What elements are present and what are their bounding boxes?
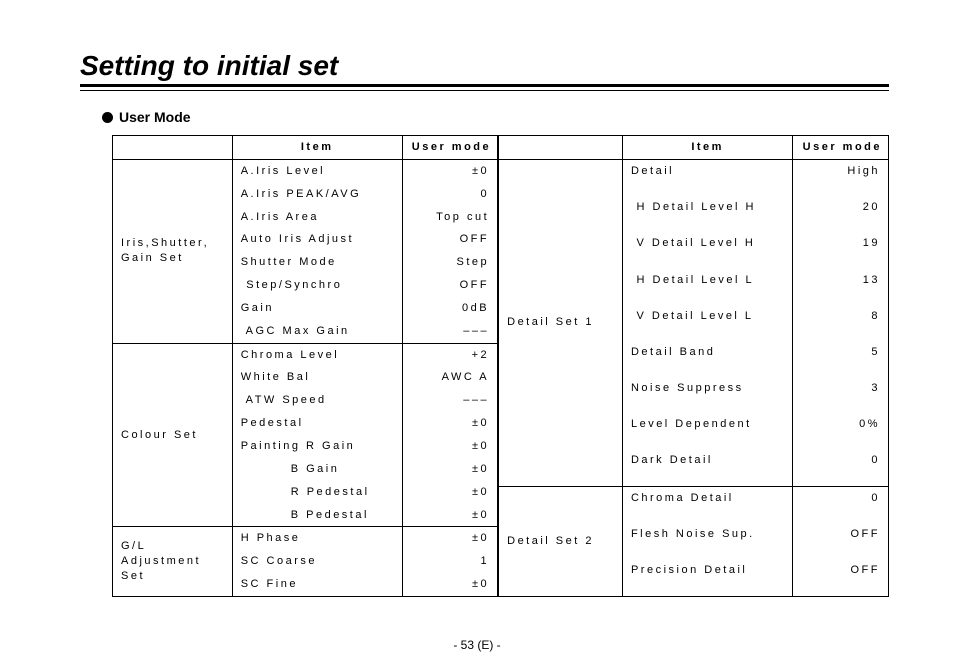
section-text: User Mode [119,109,191,125]
item-cell: Level Dependent [622,413,792,449]
table-row: Detail Set 2Chroma Detail0 [499,486,889,523]
item-cell: Painting R Gain [232,435,402,458]
value-cell: 8 [793,305,889,341]
value-cell: 3 [793,377,889,413]
value-cell: 19 [793,232,889,268]
value-cell: High [793,159,889,196]
value-cell: Top cut [402,206,497,229]
value-cell: OFF [402,274,497,297]
item-cell: Chroma Level [232,343,402,366]
value-cell: 0 [793,449,889,486]
value-cell: 5 [793,341,889,377]
item-cell: A.Iris Level [232,159,402,182]
value-cell: 0 [402,183,497,206]
th-item: Item [232,136,402,160]
value-cell: OFF [793,559,889,596]
page-number: - 53 (E) - [0,638,954,652]
tables-container: Item User mode Iris,Shutter, Gain SetA.I… [112,135,889,597]
item-cell: R Pedestal [232,481,402,504]
th-value: User mode [402,136,497,160]
value-cell: ––– [402,320,497,343]
item-cell: ATW Speed [232,389,402,412]
item-cell: Flesh Noise Sup. [622,523,792,559]
value-cell: 13 [793,269,889,305]
title-rule [80,84,889,91]
item-cell: Pedestal [232,412,402,435]
item-cell: H Phase [232,527,402,550]
value-cell: ±0 [402,458,497,481]
table-row: G/L Adjustment SetH Phase±0 [113,527,498,550]
item-cell: Gain [232,297,402,320]
item-cell: Step/Synchro [232,274,402,297]
table-row: Detail Set 1DetailHigh [499,159,889,196]
table-row: Colour SetChroma Level+2 [113,343,498,366]
th-item: Item [622,136,792,160]
item-cell: White Bal [232,366,402,389]
value-cell: 0% [793,413,889,449]
item-cell: Precision Detail [622,559,792,596]
item-cell: Chroma Detail [622,486,792,523]
value-cell: AWC A [402,366,497,389]
value-cell: ±0 [402,573,497,596]
value-cell: ±0 [402,412,497,435]
value-cell: ±0 [402,504,497,527]
item-cell: V Detail Level H [622,232,792,268]
category-cell: Detail Set 1 [499,159,623,486]
value-cell: 1 [402,550,497,573]
page: Setting to initial set User Mode Item Us… [0,0,954,672]
item-cell: H Detail Level L [622,269,792,305]
page-title: Setting to initial set [80,50,889,82]
item-cell: Dark Detail [622,449,792,486]
item-cell: Noise Suppress [622,377,792,413]
value-cell: 0dB [402,297,497,320]
item-cell: B Pedestal [232,504,402,527]
th-value: User mode [793,136,889,160]
item-cell: SC Coarse [232,550,402,573]
item-cell: AGC Max Gain [232,320,402,343]
item-cell: A.Iris Area [232,206,402,229]
category-cell: Iris,Shutter, Gain Set [113,159,233,343]
th-category [499,136,623,160]
item-cell: B Gain [232,458,402,481]
item-cell: Detail [622,159,792,196]
value-cell: 20 [793,196,889,232]
section-label: User Mode [102,109,889,125]
category-cell: G/L Adjustment Set [113,527,233,597]
value-cell: +2 [402,343,497,366]
table-header-row: Item User mode [113,136,498,160]
item-cell: Shutter Mode [232,251,402,274]
value-cell: OFF [793,523,889,559]
category-cell: Detail Set 2 [499,486,623,596]
value-cell: Step [402,251,497,274]
value-cell: 0 [793,486,889,523]
item-cell: Detail Band [622,341,792,377]
value-cell: ±0 [402,159,497,182]
item-cell: A.Iris PEAK/AVG [232,183,402,206]
th-category [113,136,233,160]
value-cell: OFF [402,228,497,251]
value-cell: ±0 [402,481,497,504]
value-cell: ––– [402,389,497,412]
item-cell: Auto Iris Adjust [232,228,402,251]
item-cell: H Detail Level H [622,196,792,232]
table-row: Iris,Shutter, Gain SetA.Iris Level±0 [113,159,498,182]
table-header-row: Item User mode [499,136,889,160]
category-cell: Colour Set [113,343,233,527]
item-cell: V Detail Level L [622,305,792,341]
table-right: Item User mode Detail Set 1DetailHigh H … [498,135,889,597]
value-cell: ±0 [402,435,497,458]
table-left: Item User mode Iris,Shutter, Gain SetA.I… [112,135,498,597]
item-cell: SC Fine [232,573,402,596]
value-cell: ±0 [402,527,497,550]
bullet-icon [102,112,113,123]
